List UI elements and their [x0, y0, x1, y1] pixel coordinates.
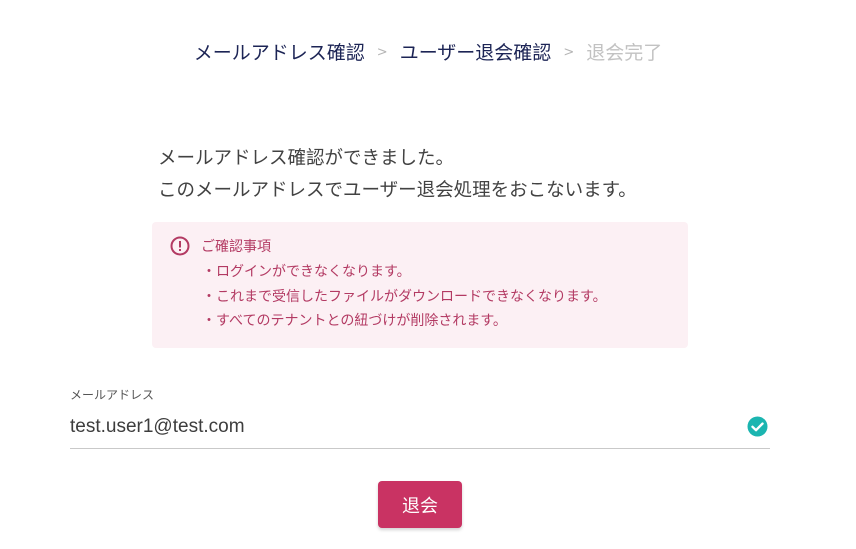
- step-withdrawal-complete: 退会完了: [586, 42, 663, 64]
- email-field-label: メールアドレス: [70, 388, 155, 402]
- step-user-withdrawal-confirm: ユーザー退会確認: [399, 42, 552, 64]
- notice-item: すべてのテナントとの紐づけが削除されます。: [202, 309, 607, 334]
- withdraw-button[interactable]: 退会: [378, 481, 462, 528]
- notice-list: ログインができなくなります。 これまで受信したファイルがダウンロードできなくなり…: [202, 260, 607, 334]
- notice-box: ご確認事項 ログインができなくなります。 これまで受信したファイルがダウンロード…: [152, 222, 688, 348]
- step-email-confirm: メールアドレス確認: [193, 42, 365, 64]
- notice-item: これまで受信したファイルがダウンロードできなくなります。: [202, 285, 607, 310]
- notice-title: ご確認事項: [201, 239, 271, 255]
- message-line-2: このメールアドレスでユーザー退会処理をおこないます。: [158, 180, 637, 201]
- progress-stepper: メールアドレス確認 > ユーザー退会確認 > 退会完了: [0, 38, 856, 68]
- step-separator: >: [563, 45, 575, 60]
- unsubscribe-page: メールアドレス確認 > ユーザー退会確認 > 退会完了 メールアドレス確認ができ…: [0, 0, 856, 549]
- notice-item: ログインができなくなります。: [202, 260, 607, 285]
- email-field-underline: [70, 448, 770, 449]
- email-field[interactable]: [70, 410, 740, 444]
- confirmation-message: メールアドレス確認ができました。 このメールアドレスでユーザー退会処理をおこない…: [158, 143, 637, 207]
- alert-circle-icon: [170, 236, 190, 256]
- message-line-1: メールアドレス確認ができました。: [158, 148, 455, 169]
- check-circle-icon: [747, 416, 768, 437]
- step-separator: >: [376, 45, 388, 60]
